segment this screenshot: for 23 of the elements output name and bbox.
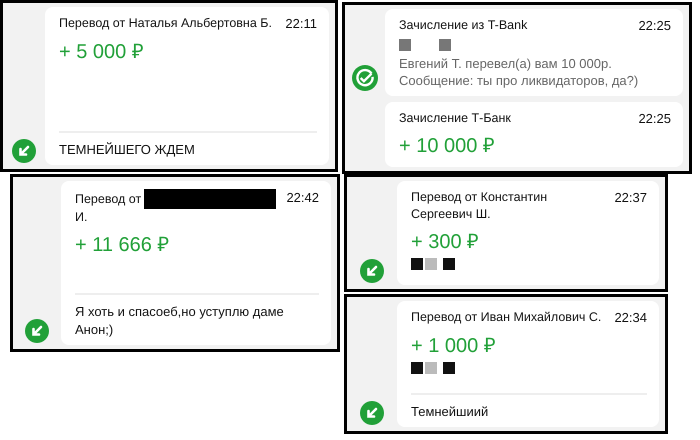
amount-text: + 5 000 ₽ bbox=[59, 40, 145, 64]
notification-text: Евгений Т. перевел(а) вам 10 000р. Сообщение: ты про ликвидаторов, да?) bbox=[399, 54, 640, 90]
notification-time: 22:11 bbox=[285, 15, 317, 33]
notification-title: Зачисление из T-Bank bbox=[399, 17, 528, 34]
amount-text: + 11 666 ₽ bbox=[75, 232, 170, 257]
notification-time: 22:25 bbox=[638, 110, 671, 128]
message-text: ТЕМНЕЙШЕГО ЖДЕМ bbox=[59, 142, 195, 157]
message-text: Я хоть и спасоеб,но уступлю даме Анон;) bbox=[75, 304, 284, 337]
notification-title: Зачисление Т-Банк bbox=[399, 110, 511, 127]
sender-name: И. bbox=[75, 209, 88, 226]
amount-text: + 1 000 ₽ bbox=[411, 334, 497, 358]
notification-title: Перевод от Константин Сергеевич Ш. bbox=[411, 189, 548, 223]
notification-title: Перевод от bbox=[75, 190, 142, 208]
check-logo-icon bbox=[352, 65, 378, 91]
notification-time: 22:42 bbox=[286, 189, 319, 207]
amount-text: + 10 000 ₽ bbox=[399, 134, 496, 158]
notification-time: 22:34 bbox=[614, 309, 647, 327]
notification-time: 22:25 bbox=[638, 17, 671, 35]
notification-title: Перевод от Наталья Альбертовна Б. bbox=[59, 15, 272, 32]
notification-title: Перевод от Иван Михайлович С. bbox=[411, 309, 602, 326]
message-text: Темнейшиий bbox=[411, 404, 488, 419]
amount-text: + 300 ₽ bbox=[411, 230, 480, 254]
notification-time: 22:37 bbox=[614, 189, 647, 207]
